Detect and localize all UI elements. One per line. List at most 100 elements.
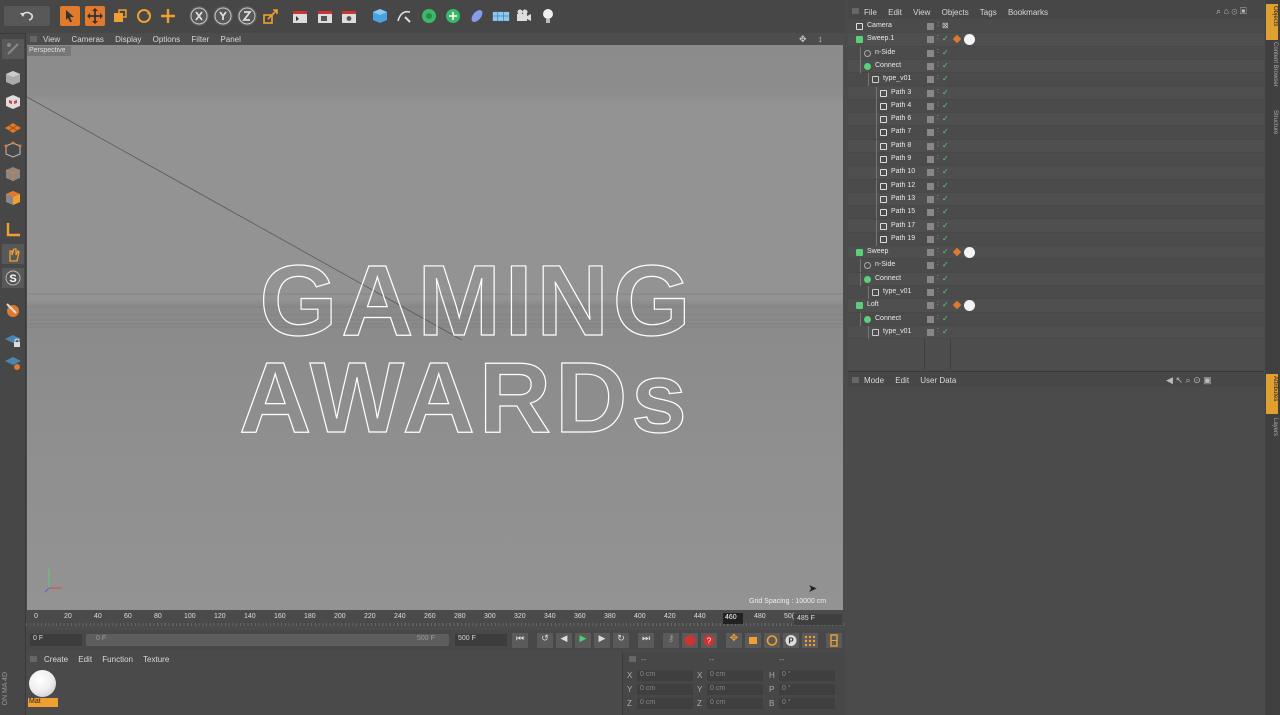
coord-value-field[interactable]: 0 cm <box>707 698 763 709</box>
object-name[interactable]: Connect <box>875 275 901 282</box>
layer-swatch-icon[interactable] <box>927 89 934 97</box>
render-picture-viewer-button[interactable] <box>315 6 335 26</box>
layer-swatch-icon[interactable] <box>927 76 934 84</box>
enabled-check-icon[interactable]: ✓ <box>942 247 949 256</box>
render-settings-button[interactable] <box>339 6 359 26</box>
visibility-dots-icon[interactable]: : <box>937 287 939 294</box>
object-row[interactable]: Path 19: ✓ <box>848 232 1264 247</box>
object-row[interactable]: type_v01: ✓ <box>848 325 1264 340</box>
material-name-label[interactable]: Mat <box>28 698 58 707</box>
enabled-check-icon[interactable]: ✓ <box>942 287 949 296</box>
keyframe-selection-button[interactable]: ? <box>701 633 717 648</box>
search-icon[interactable]: ⌕ <box>1216 6 1221 16</box>
visibility-dots-icon[interactable]: : <box>937 194 939 201</box>
search-icon[interactable]: ⌕ <box>1186 375 1191 385</box>
visibility-dots-icon[interactable]: : <box>937 74 939 81</box>
array-button[interactable] <box>443 6 463 26</box>
axis-mode-button[interactable] <box>2 220 24 240</box>
goto-end-button[interactable]: ⏭ <box>638 633 654 648</box>
visibility-dots-icon[interactable]: : <box>937 234 939 241</box>
visibility-dots-icon[interactable]: : <box>937 114 939 121</box>
rotation-key-button[interactable] <box>764 633 780 648</box>
object-row[interactable]: Path 17: ✓ <box>848 219 1264 233</box>
object-row[interactable]: type_v01: ✓ <box>848 286 1264 300</box>
object-row[interactable]: Path 10: ✓ <box>848 166 1264 180</box>
object-row[interactable]: Path 7: ✓ <box>848 126 1264 140</box>
model-mode-button[interactable] <box>2 68 24 88</box>
timeline-ruler[interactable]: 0 20 40 60 80 100 120 140 160 180 200 220 240 260 280 3… <box>26 611 845 627</box>
visibility-dots-icon[interactable]: : <box>937 221 939 228</box>
am-menu-user-data[interactable]: User Data <box>920 376 956 385</box>
coord-value-field[interactable]: 0 cm <box>637 698 693 709</box>
object-name[interactable]: Connect <box>875 315 901 322</box>
om-menu-tags[interactable]: Tags <box>980 8 997 17</box>
viewport-menu-view[interactable]: View <box>43 35 60 44</box>
polygons-mode-button[interactable] <box>2 188 24 208</box>
scale-tool-button[interactable] <box>110 6 130 26</box>
scale-key-button[interactable] <box>745 633 761 648</box>
om-menu-view[interactable]: View <box>913 8 930 17</box>
object-row[interactable]: n-Side: ✓ <box>848 46 1264 60</box>
visibility-dots-icon[interactable]: : <box>937 61 939 68</box>
enabled-check-icon[interactable]: ✓ <box>942 61 949 70</box>
object-row[interactable]: Camera: ⊠ <box>848 20 1264 34</box>
goto-start-button[interactable]: ⏮ <box>512 633 528 648</box>
object-name[interactable]: Path 9 <box>891 155 911 162</box>
undo-button[interactable] <box>4 6 50 26</box>
layer-swatch-icon[interactable] <box>927 142 934 150</box>
parameter-key-button[interactable]: P <box>783 633 799 648</box>
layer-swatch-icon[interactable] <box>927 328 934 336</box>
layer-swatch-icon[interactable] <box>927 209 934 217</box>
timeline-current-frame[interactable]: 460 <box>723 613 743 624</box>
material-menu-texture[interactable]: Texture <box>143 655 169 664</box>
enabled-check-icon[interactable]: ✓ <box>942 74 949 83</box>
material-tag-icon[interactable] <box>964 300 975 312</box>
object-name[interactable]: type_v01 <box>883 75 911 82</box>
next-frame-button[interactable]: ▶ <box>594 633 610 648</box>
coord-value-field[interactable]: 0 cm <box>637 670 693 681</box>
enabled-check-icon[interactable]: ✓ <box>942 141 949 150</box>
object-name[interactable]: Path 3 <box>891 89 911 96</box>
timeline-end-frame[interactable]: 485 F <box>794 614 842 625</box>
viewport-menu-display[interactable]: Display <box>115 35 141 44</box>
object-name[interactable]: Camera <box>867 22 892 29</box>
tab-structure[interactable]: Structure <box>1266 110 1278 150</box>
render-view-button[interactable] <box>290 6 310 26</box>
enabled-check-icon[interactable]: ✓ <box>942 327 949 336</box>
zoom-view-icon[interactable]: ↕ <box>818 34 823 44</box>
visibility-dots-icon[interactable]: : <box>937 247 939 254</box>
visibility-dots-icon[interactable]: : <box>937 48 939 55</box>
select-tool-button[interactable] <box>60 6 80 26</box>
coord-value-field[interactable]: 0 cm <box>637 684 693 695</box>
tab-objects[interactable]: Objects <box>1266 4 1278 40</box>
object-name[interactable]: n-Side <box>875 49 895 56</box>
object-row[interactable]: type_v01: ✓ <box>848 73 1264 87</box>
enabled-check-icon[interactable]: ✓ <box>942 48 949 57</box>
visibility-dots-icon[interactable]: : <box>937 141 939 148</box>
layer-swatch-icon[interactable] <box>927 23 934 30</box>
home-icon[interactable]: ⌂ <box>1224 6 1229 16</box>
object-row[interactable]: Loft: ✓ <box>848 299 1264 313</box>
lock-icon[interactable]: ⊙ <box>1193 375 1201 385</box>
visibility-dots-icon[interactable]: : <box>937 327 939 334</box>
deformer-button[interactable] <box>467 6 487 26</box>
nurbs-button[interactable] <box>419 6 439 26</box>
x-axis-button[interactable] <box>189 6 209 26</box>
enabled-check-icon[interactable]: ✓ <box>942 181 949 190</box>
up-arrow-icon[interactable]: ↖ <box>1175 375 1183 385</box>
material-swatch[interactable]: Mat <box>28 668 58 707</box>
sculpt-button[interactable] <box>2 300 24 320</box>
object-row[interactable]: Path 13: ✓ <box>848 192 1264 207</box>
am-menu-mode[interactable]: Mode <box>864 376 884 385</box>
object-name[interactable]: type_v01 <box>883 328 911 335</box>
camera-target-icon[interactable]: ⊠ <box>942 21 949 30</box>
layer-swatch-icon[interactable] <box>927 315 934 323</box>
object-row[interactable]: Path 3: ✓ <box>848 86 1264 100</box>
object-name[interactable]: Sweep <box>867 248 888 255</box>
visibility-dots-icon[interactable]: : <box>937 34 939 41</box>
object-name[interactable]: Path 12 <box>891 182 915 189</box>
visibility-dots-icon[interactable]: : <box>937 181 939 188</box>
material-menu-edit[interactable]: Edit <box>78 655 92 664</box>
visibility-dots-icon[interactable]: : <box>937 101 939 108</box>
object-name[interactable]: Path 6 <box>891 115 911 122</box>
